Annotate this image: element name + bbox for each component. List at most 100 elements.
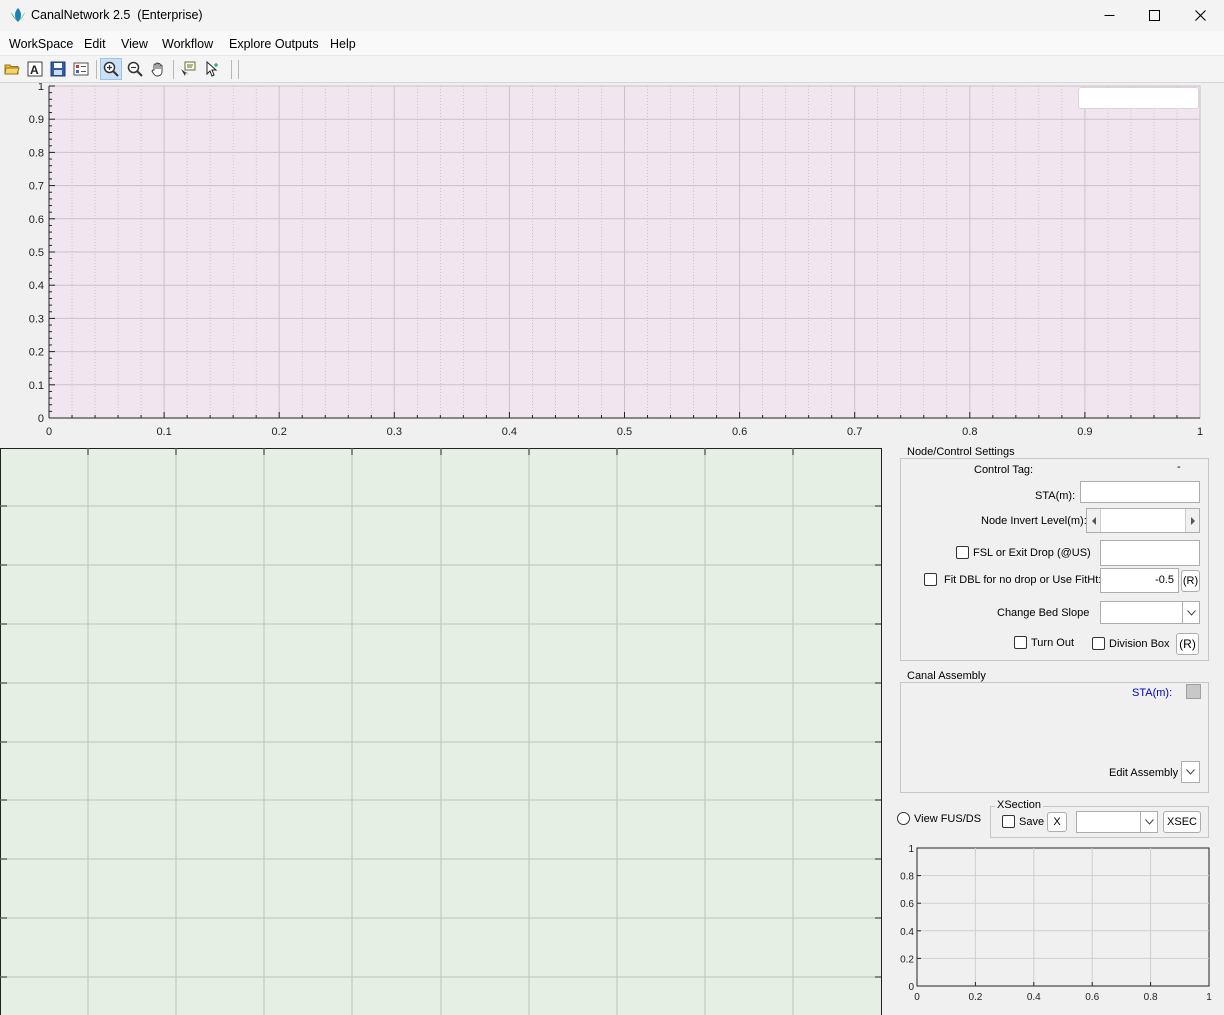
fsl-label: FSL or Exit Drop (@US) — [973, 547, 1091, 559]
fsl-input[interactable] — [1100, 540, 1200, 566]
toolbar-separator — [238, 60, 239, 79]
assembly-sta-button[interactable] — [1186, 684, 1201, 699]
select-pointer-icon — [206, 61, 218, 77]
properties-button[interactable] — [70, 58, 92, 80]
menu-help[interactable]: Help — [330, 37, 356, 51]
maximize-icon — [1148, 10, 1160, 21]
xsection-plot-area — [916, 847, 1210, 987]
xsection-save-label: Save — [1019, 816, 1045, 828]
properties-icon — [73, 62, 89, 76]
dropdown-arrow[interactable] — [1182, 601, 1200, 624]
node-invert-level-label: Node Invert Level(m): — [981, 515, 1087, 527]
toolbar: A — [0, 56, 1224, 83]
mini-x-tick-label: 0.4 — [1027, 992, 1041, 1003]
svg-text:A: A — [30, 63, 39, 77]
fit-dbl-reset-button[interactable]: (R) — [1181, 570, 1200, 592]
minimize-button[interactable] — [1086, 0, 1132, 31]
fit-height-input[interactable]: -0.5 — [1100, 568, 1179, 593]
save-button[interactable] — [47, 58, 69, 80]
canal-assembly-title: Canal Assembly — [905, 670, 988, 682]
mini-y-tick-label: 0 — [908, 982, 914, 993]
title-bar: CanalNetwork 2.5 (Enterprise) — [0, 0, 1224, 31]
division-box-checkbox[interactable] — [1092, 637, 1105, 650]
division-box-label: Division Box — [1109, 638, 1170, 650]
view-fus-radio[interactable] — [897, 812, 910, 825]
control-tag-value: - — [1177, 461, 1181, 473]
menu-view[interactable]: View — [121, 37, 148, 51]
menu-explore-outputs[interactable]: Explore Outputs — [229, 37, 319, 51]
x-tick-label: 0.1 — [156, 426, 171, 438]
chevron-down-icon — [1186, 769, 1195, 775]
mini-y-tick-label: 0.6 — [900, 899, 914, 910]
close-button[interactable] — [1177, 0, 1223, 31]
chevron-down-icon — [1186, 609, 1196, 616]
mini-x-tick-label: 0.2 — [968, 992, 982, 1003]
pan-hand-icon — [151, 62, 163, 77]
zoom-in-button[interactable] — [100, 58, 122, 80]
open-button[interactable] — [1, 58, 23, 80]
fit-dbl-checkbox[interactable] — [924, 573, 937, 586]
mini-x-tick-label: 0.6 — [1085, 992, 1099, 1003]
y-tick-label: 0.2 — [29, 347, 44, 359]
y-tick-label: 1 — [38, 83, 44, 93]
profile-plot[interactable]: 0 0.1 0.2 0.3 0.4 0.5 0.6 0.7 0.8 0.9 1 0 0.1 0.2 0.3 0… — [0, 83, 1224, 445]
plan-view-plot[interactable] — [0, 448, 884, 1015]
data-cursor-icon — [181, 61, 196, 76]
y-tick-label: 0.3 — [29, 313, 44, 325]
xsec-button[interactable]: XSEC — [1163, 811, 1201, 833]
xsection-x-button[interactable]: X — [1047, 812, 1067, 832]
slider-left-arrow[interactable] — [1087, 509, 1101, 532]
xsection-save-checkbox[interactable] — [1002, 815, 1015, 828]
x-tick-label: 0.2 — [272, 426, 287, 438]
fsl-checkbox[interactable] — [956, 546, 969, 559]
turn-out-checkbox[interactable] — [1014, 636, 1027, 649]
node-invert-level-slider[interactable] — [1086, 508, 1200, 533]
x-tick-label: 0.7 — [847, 426, 862, 438]
pan-button[interactable] — [147, 58, 169, 80]
xsection-plot[interactable]: 0 0.2 0.4 0.6 0.8 1 0 0.2 0.4 0.6 0.8 1 — [890, 840, 1220, 1010]
select-button[interactable] — [201, 58, 223, 80]
text-font-icon: A — [27, 61, 43, 77]
sta-label: STA(m): — [1035, 490, 1076, 502]
mini-y-tick-label: 0.2 — [900, 954, 914, 965]
chevron-down-icon — [1144, 819, 1154, 825]
x-tick-label: 1 — [1197, 426, 1203, 438]
app-logo-icon — [9, 6, 27, 24]
slider-right-arrow[interactable] — [1185, 509, 1199, 532]
turn-out-label: Turn Out — [1031, 637, 1074, 649]
assembly-sta-label: STA(m): — [1132, 687, 1173, 699]
view-fus-label: View FUS/DS — [914, 813, 982, 825]
edit-assembly-dropdown[interactable] — [1181, 761, 1200, 783]
sta-input[interactable] — [1080, 481, 1200, 503]
fit-dbl-label: Fit DBL for no drop or Use FitHt: — [944, 574, 1102, 586]
xsection-dropdown[interactable] — [1076, 811, 1158, 833]
mini-x-tick-label: 1 — [1206, 992, 1212, 1003]
mini-y-tick-label: 1 — [908, 844, 914, 855]
maximize-button[interactable] — [1131, 0, 1177, 31]
mini-y-tick-label: 0.8 — [900, 872, 914, 883]
dropdown-arrow[interactable] — [1140, 811, 1158, 833]
y-tick-label: 0.1 — [29, 380, 44, 392]
text-button[interactable]: A — [24, 58, 46, 80]
bed-slope-dropdown[interactable] — [1100, 601, 1200, 624]
zoom-out-button[interactable] — [124, 58, 146, 80]
x-tick-label: 0.9 — [1077, 426, 1092, 438]
y-tick-label: 0.5 — [29, 247, 44, 259]
x-tick-label: 0 — [46, 426, 52, 438]
node-settings-title: Node/Control Settings — [905, 446, 1017, 458]
y-tick-label: 0.6 — [29, 214, 44, 226]
minimize-icon — [1104, 15, 1114, 16]
x-tick-label: 0.6 — [732, 426, 747, 438]
menu-workflow[interactable]: Workflow — [162, 37, 213, 51]
y-tick-label: 0.7 — [29, 181, 44, 193]
open-folder-icon — [4, 64, 20, 75]
menu-workspace[interactable]: WorkSpace — [9, 37, 73, 51]
control-tag-label: Control Tag: — [974, 464, 1034, 476]
save-icon — [50, 61, 66, 77]
data-cursor-button[interactable] — [177, 58, 199, 80]
menu-edit[interactable]: Edit — [84, 37, 106, 51]
division-reset-button[interactable]: (R) — [1176, 633, 1199, 655]
mini-x-tick-label: 0 — [914, 992, 920, 1003]
close-icon — [1194, 10, 1206, 21]
edit-assembly-label: Edit Assembly — [1109, 767, 1179, 779]
